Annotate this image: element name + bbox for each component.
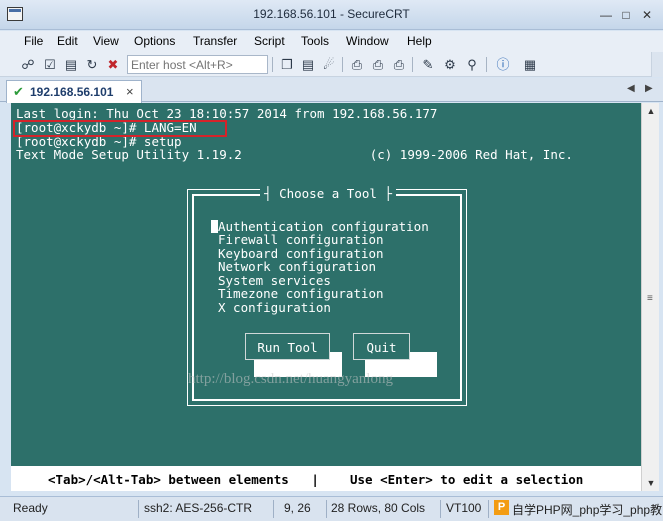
tool-item-firewall[interactable]: Firewall configuration — [218, 233, 384, 247]
menu-edit[interactable]: Edit — [57, 34, 78, 48]
tool-item-x[interactable]: X configuration — [218, 301, 331, 315]
global-options-icon[interactable]: ⚙ — [441, 56, 459, 73]
run-tool-button[interactable]: Run Tool — [245, 333, 330, 360]
session-tab[interactable]: ✔ 192.168.56.101 × — [6, 80, 142, 103]
reconnect-icon[interactable]: ↻ — [83, 56, 101, 73]
tool-item-timezone[interactable]: Timezone configuration — [218, 287, 384, 301]
host-input[interactable] — [127, 55, 268, 74]
title-bar: 192.168.56.101 - SecureCRT — □ ✕ — [0, 0, 663, 30]
quit-label: Quit — [366, 340, 397, 355]
dialog-title: ┤ Choose a Tool ├ — [260, 187, 396, 201]
scroll-grip-icon[interactable]: ≡ — [647, 293, 653, 304]
menu-view[interactable]: View — [93, 34, 119, 48]
status-emulation: VT100 — [446, 501, 482, 515]
tab-strip: ✔ 192.168.56.101 × ◀ ▶ — [0, 78, 663, 103]
status-separator — [440, 500, 441, 518]
vertical-scrollbar[interactable]: ▲ ≡ ▼ — [641, 103, 659, 491]
php-logo-icon: P — [494, 500, 509, 515]
quick-connect-icon[interactable]: ☑ — [41, 56, 59, 73]
status-terminal-size: 28 Rows, 80 Cols — [331, 501, 426, 515]
session-tab-label: 192.168.56.101 — [30, 85, 114, 99]
close-icon[interactable]: ✕ — [638, 7, 656, 23]
connect-icon[interactable]: ☍ — [19, 56, 37, 73]
terminal-hint-bar: <Tab>/<Alt-Tab> between elements | Use <… — [11, 466, 641, 491]
dialog-title-text: Choose a Tool — [279, 186, 377, 201]
hint-navigation: <Tab>/<Alt-Tab> between elements | — [48, 472, 319, 487]
connected-check-icon: ✔ — [13, 84, 24, 99]
terminal-line: Last login: Thu Oct 23 18:10:57 2014 fro… — [16, 106, 438, 121]
menu-transfer[interactable]: Transfer — [193, 34, 237, 48]
status-ready: Ready — [13, 501, 48, 515]
status-bar: Ready ssh2: AES-256-CTR 9, 26 28 Rows, 8… — [0, 496, 663, 521]
menu-tools[interactable]: Tools — [301, 34, 329, 48]
scroll-down-icon[interactable]: ▼ — [642, 475, 660, 491]
maximize-icon[interactable]: □ — [617, 7, 635, 23]
menu-file[interactable]: File — [24, 34, 43, 48]
command-highlight-box — [13, 120, 227, 137]
menu-options[interactable]: Options — [134, 34, 175, 48]
print-icon[interactable]: ⎙ — [348, 56, 366, 73]
watermark: http://blog.csdn.net/huangyanlong — [188, 371, 393, 387]
tab-scroll-left-icon[interactable]: ◀ — [627, 83, 635, 94]
toolbar-separator — [486, 57, 487, 72]
paste-icon[interactable]: ▤ — [299, 56, 317, 73]
menu-window[interactable]: Window — [346, 34, 389, 48]
toolbar: ☍ ☑ ▤ ↻ ✖ ❐ ▤ ☄ ⎙ ⎙ ⎙ ✎ ⚙ ⚲ ⓘ ▦ — [0, 52, 663, 77]
find-icon[interactable]: ☄ — [320, 56, 338, 73]
help-icon[interactable]: ⓘ — [494, 56, 512, 73]
menu-bar: File Edit View Options Transfer Script T… — [0, 31, 663, 52]
key-icon[interactable]: ⚲ — [463, 56, 481, 73]
status-site-watermark: 自学PHP网_php学习_php教 — [512, 503, 663, 517]
status-separator — [138, 500, 139, 518]
print-selection-icon[interactable]: ⎙ — [369, 56, 387, 73]
scroll-up-icon[interactable]: ▲ — [642, 103, 660, 119]
menu-script[interactable]: Script — [254, 34, 285, 48]
copy-icon[interactable]: ❐ — [278, 56, 296, 73]
status-separator — [273, 500, 274, 518]
quit-button[interactable]: Quit — [353, 333, 410, 360]
run-tool-label: Run Tool — [257, 340, 318, 355]
toolbar-overflow-icon[interactable] — [651, 52, 663, 77]
status-separator — [488, 500, 489, 518]
text-cursor — [211, 220, 218, 233]
terminal-line: Text Mode Setup Utility 1.19.2 (c) 1999-… — [16, 147, 573, 162]
session-options-icon[interactable]: ✎ — [419, 56, 437, 73]
disconnect-icon[interactable]: ✖ — [104, 56, 122, 73]
toolbar-separator — [412, 57, 413, 72]
status-cursor-position: 9, 26 — [284, 501, 311, 515]
connect-in-tab-icon[interactable]: ▤ — [62, 56, 80, 73]
toolbar-separator — [342, 57, 343, 72]
status-separator — [326, 500, 327, 518]
tool-item-network[interactable]: Network configuration — [218, 260, 376, 274]
tab-close-icon[interactable]: × — [126, 84, 134, 99]
window-title: 192.168.56.101 - SecureCRT — [253, 7, 410, 21]
minimize-icon[interactable]: — — [597, 7, 615, 23]
status-cipher: ssh2: AES-256-CTR — [144, 501, 253, 515]
toolbar-separator — [272, 57, 273, 72]
hint-edit: Use <Enter> to edit a selection — [350, 472, 584, 487]
printer-setup-icon[interactable]: ⎙ — [390, 56, 408, 73]
terminal-screen[interactable]: Last login: Thu Oct 23 18:10:57 2014 fro… — [11, 103, 641, 491]
menu-help[interactable]: Help — [407, 34, 432, 48]
sftp-icon[interactable]: ▦ — [521, 56, 539, 73]
tab-scroll-right-icon[interactable]: ▶ — [645, 83, 653, 94]
